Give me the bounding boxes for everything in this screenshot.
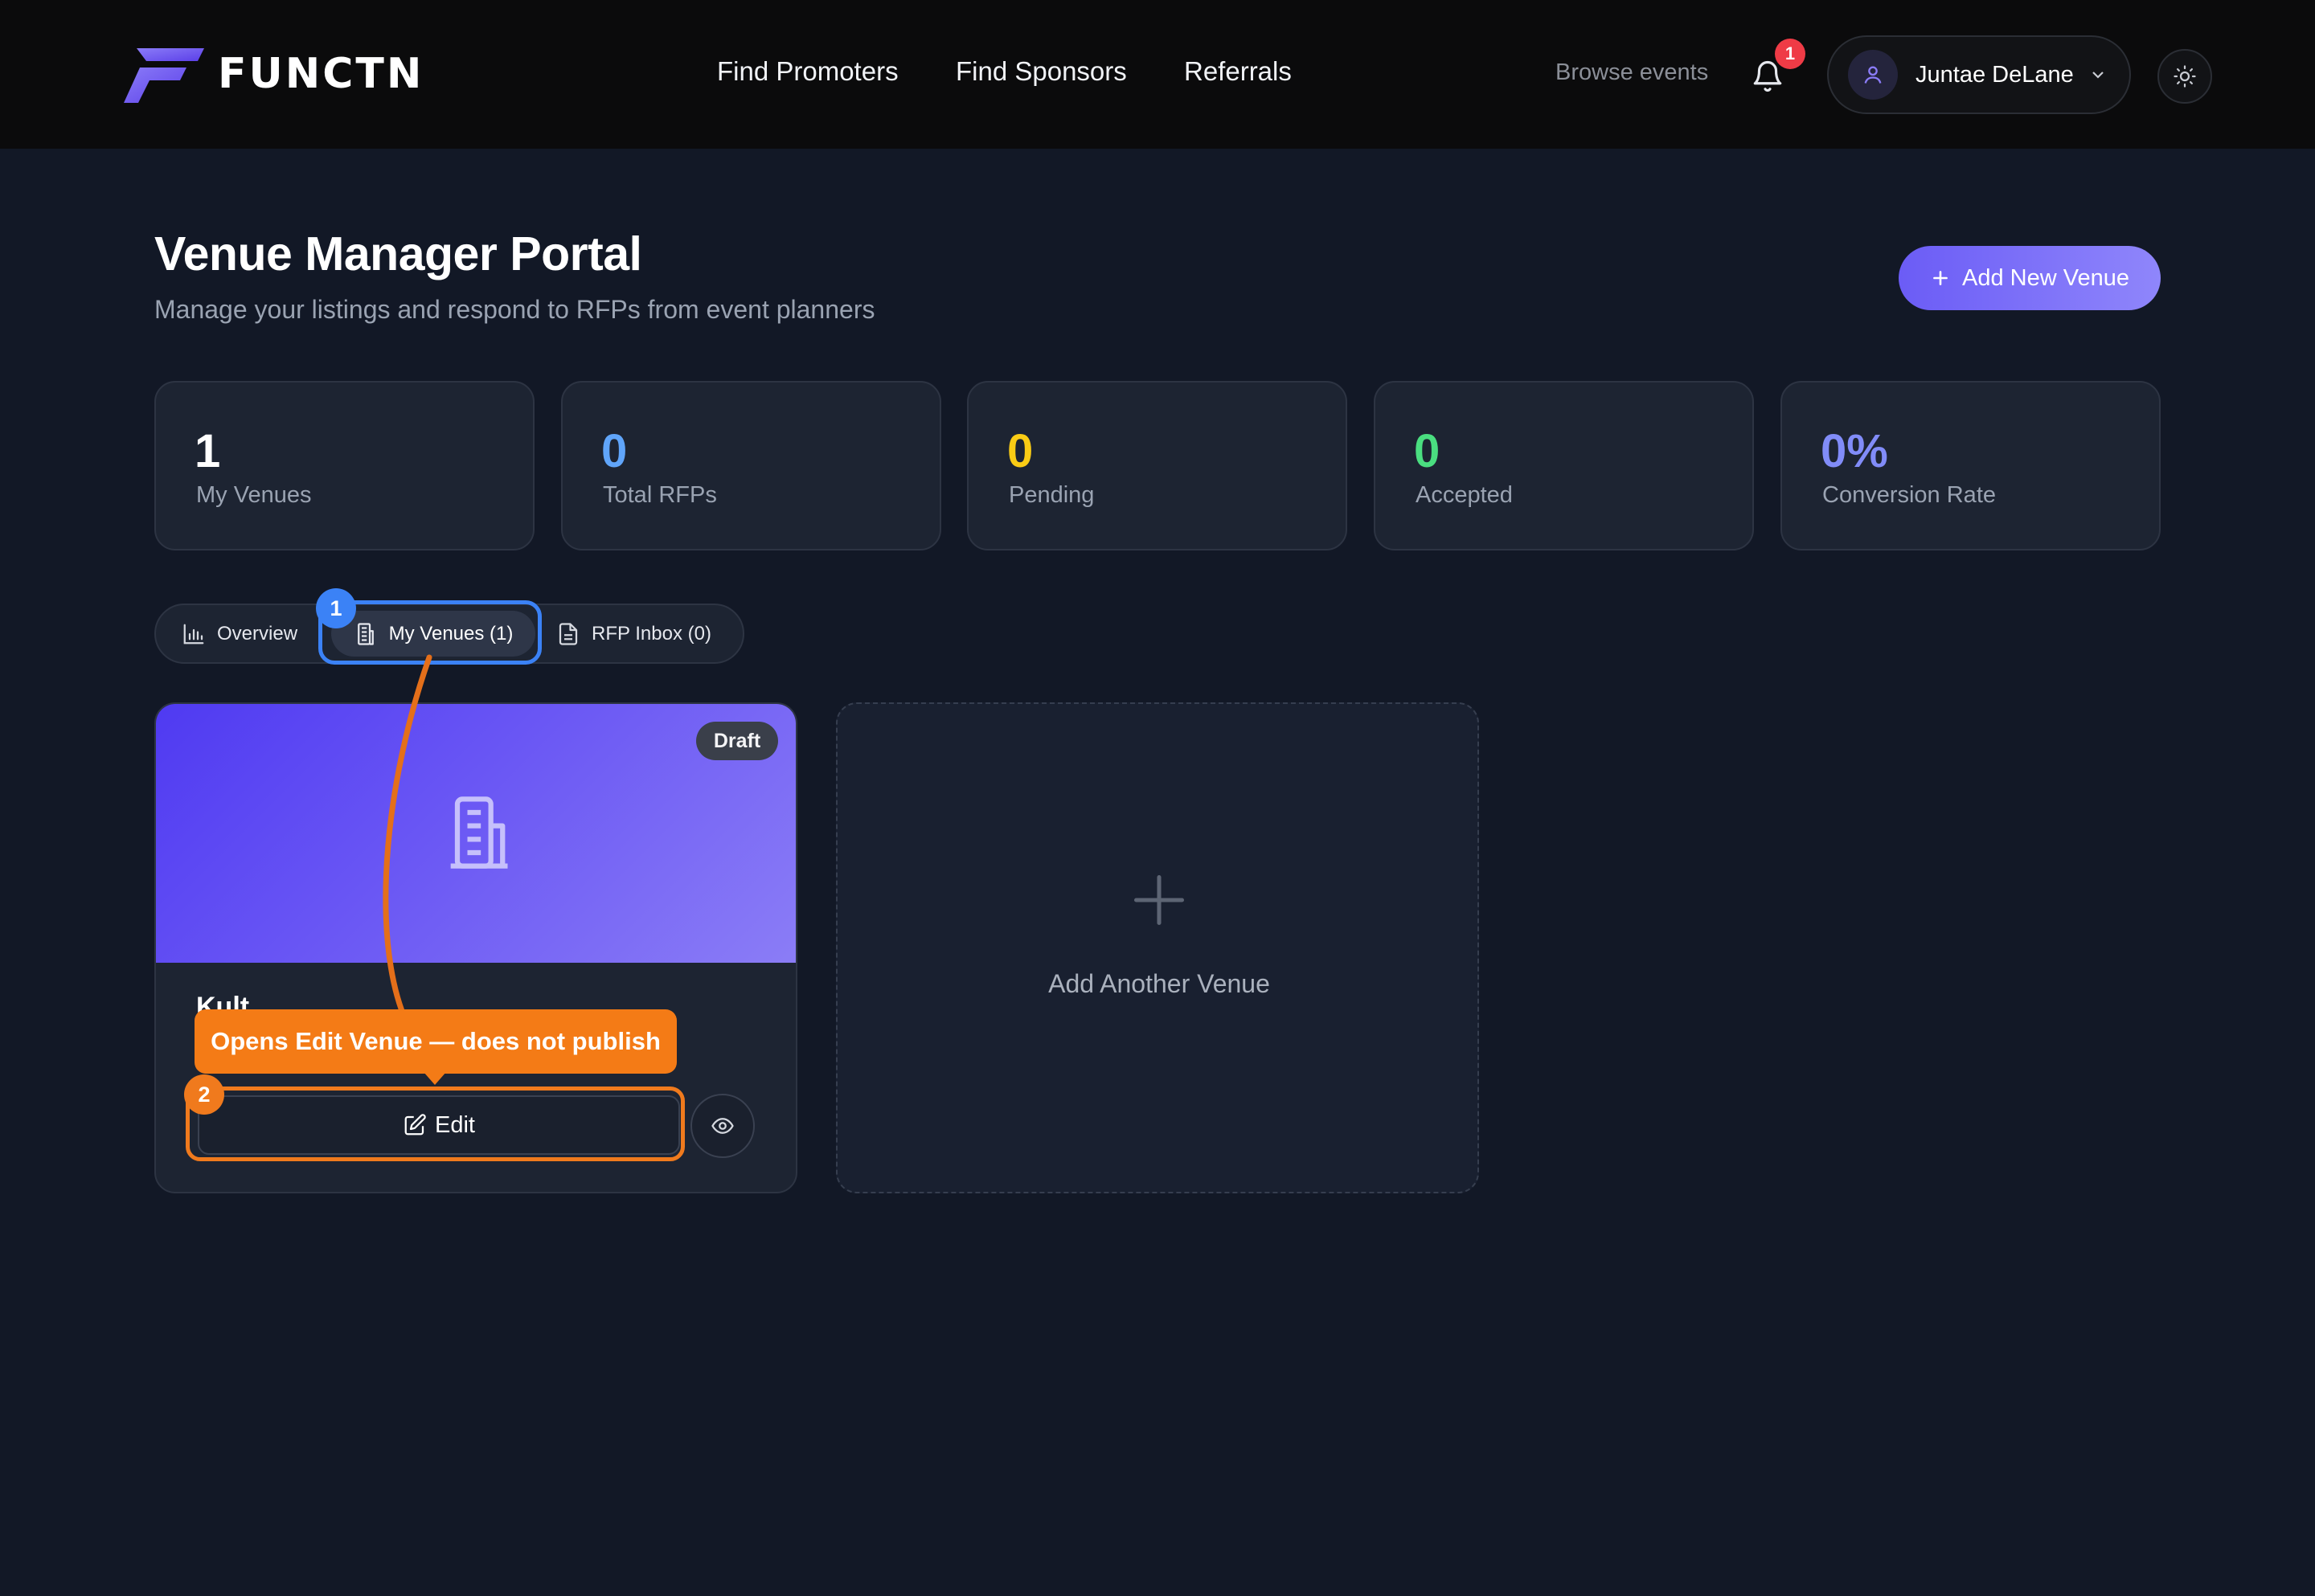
theme-toggle-button[interactable] bbox=[2157, 49, 2212, 104]
stat-value: 0 bbox=[1414, 425, 1440, 477]
avatar bbox=[1848, 50, 1898, 100]
step-2-highlight bbox=[186, 1087, 685, 1161]
eye-icon bbox=[711, 1118, 734, 1134]
tab-label: RFP Inbox (0) bbox=[592, 622, 711, 645]
page-title: Venue Manager Portal bbox=[154, 227, 642, 280]
nav-find-promoters[interactable]: Find Promoters bbox=[717, 56, 899, 87]
stat-value: 0% bbox=[1821, 425, 1888, 477]
stat-value: 0 bbox=[601, 425, 628, 477]
top-navbar: FUNCTN Find Promoters Find Sponsors Refe… bbox=[0, 0, 2315, 149]
annotation-tooltip: Opens Edit Venue — does not publish bbox=[195, 1009, 677, 1074]
stat-label: Conversion Rate bbox=[1822, 482, 1996, 508]
user-icon bbox=[1864, 66, 1882, 84]
stat-card-pending: 0 Pending bbox=[967, 381, 1347, 550]
user-menu[interactable]: Juntae DeLane bbox=[1827, 35, 2131, 114]
add-new-venue-button[interactable]: Add New Venue bbox=[1899, 246, 2161, 310]
stat-label: Accepted bbox=[1416, 482, 1513, 508]
stat-card-conversion-rate: 0% Conversion Rate bbox=[1780, 381, 2161, 550]
bar-chart-icon bbox=[183, 624, 204, 644]
notification-badge: 1 bbox=[1775, 39, 1805, 69]
stat-card-total-rfps: 0 Total RFPs bbox=[561, 381, 941, 550]
step-1-badge: 1 bbox=[316, 588, 356, 628]
browse-events-link[interactable]: Browse events bbox=[1555, 59, 1708, 86]
step-2-badge: 2 bbox=[184, 1074, 224, 1115]
building-icon bbox=[450, 796, 508, 869]
plus-icon bbox=[1933, 271, 1948, 285]
add-new-venue-label: Add New Venue bbox=[1962, 264, 2129, 291]
chevron-down-icon bbox=[2092, 72, 2104, 79]
tab-rfp-inbox[interactable]: RFP Inbox (0) bbox=[556, 605, 711, 662]
stat-label: My Venues bbox=[196, 482, 312, 508]
user-name: Juntae DeLane bbox=[1916, 61, 2074, 88]
tooltip-pointer bbox=[424, 1072, 446, 1085]
stat-card-my-venues: 1 My Venues bbox=[154, 381, 535, 550]
status-badge: Draft bbox=[696, 722, 778, 760]
stat-label: Pending bbox=[1009, 482, 1095, 508]
nav-referrals[interactable]: Referrals bbox=[1184, 56, 1292, 87]
tab-overview[interactable]: Overview bbox=[182, 605, 297, 662]
page-subtitle: Manage your listings and respond to RFPs… bbox=[154, 295, 875, 324]
document-icon bbox=[559, 622, 578, 645]
venue-cover: Draft bbox=[156, 704, 796, 963]
add-another-venue-card[interactable]: Add Another Venue bbox=[836, 702, 1479, 1193]
stat-value: 1 bbox=[195, 425, 221, 477]
plus-icon bbox=[1133, 874, 1185, 926]
tab-label: Overview bbox=[217, 622, 298, 645]
add-another-venue-label: Add Another Venue bbox=[1048, 969, 1270, 998]
stat-value: 0 bbox=[1007, 425, 1034, 477]
preview-venue-button[interactable] bbox=[690, 1094, 755, 1158]
nav-find-sponsors[interactable]: Find Sponsors bbox=[956, 56, 1127, 87]
sun-icon bbox=[2174, 65, 2196, 88]
stat-card-accepted: 0 Accepted bbox=[1374, 381, 1754, 550]
stat-label: Total RFPs bbox=[603, 482, 717, 508]
